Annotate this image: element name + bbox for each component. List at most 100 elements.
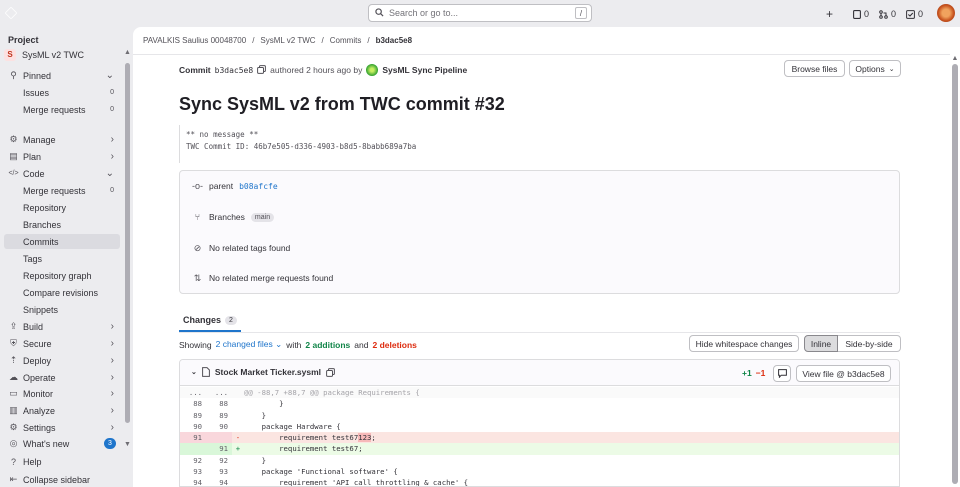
new-line-number[interactable]: 88 (206, 398, 232, 409)
sidebar-item-repository-graph[interactable]: Repository graph (4, 268, 120, 283)
issues-button[interactable]: 0 (853, 9, 869, 19)
sidebar-project[interactable]: S SysML v2 TWC (4, 48, 84, 62)
sidebar-item-tags[interactable]: Tags (4, 251, 120, 266)
author-avatar[interactable] (366, 64, 379, 76)
code-text: ; (371, 433, 376, 443)
shield-icon: ⛨ (10, 338, 17, 348)
create-new-button[interactable]: + (826, 7, 833, 21)
sidebar-item-label: Collapse sidebar (23, 474, 91, 485)
diff-file-name[interactable]: Stock Market Ticker.sysml (215, 367, 321, 377)
tabs-divider (179, 332, 900, 333)
scroll-up-icon[interactable]: ▲ (124, 49, 131, 56)
commit-authored: authored 2 hours ago by (270, 65, 363, 75)
changed-files-label: 2 changed files (215, 339, 273, 349)
copy-path-icon[interactable] (326, 367, 335, 377)
hide-whitespace-button[interactable]: Hide whitespace changes (689, 335, 799, 352)
changed-files-dropdown[interactable]: 2 changed files ⌄ (216, 339, 283, 350)
sidebar-scrollbar[interactable]: ▲ ▼ (124, 49, 131, 449)
sidebar-item-settings[interactable]: ⚙ Settings › (4, 420, 120, 435)
tab-changes[interactable]: Changes 2 (179, 310, 241, 332)
breadcrumb-commits[interactable]: Commits (330, 36, 362, 45)
sidebar-item-code[interactable]: </> Code ⌄ (4, 166, 120, 181)
sidebar-item-deploy[interactable]: ⇡ Deploy › (4, 353, 120, 368)
sidebar-item-label: Compare revisions (23, 287, 99, 298)
sidebar-item-repository[interactable]: Repository (4, 200, 120, 215)
new-line-number[interactable]: 90 (206, 421, 232, 432)
new-line-number[interactable]: 93 (206, 466, 232, 477)
main-content: PAVALKIS Saulius 00048700/ SysML v2 TWC /… (133, 27, 960, 487)
sidebar-item-label: Settings (23, 422, 56, 433)
tab-label: Changes (183, 315, 222, 325)
new-line-number[interactable]: 94 (206, 477, 232, 486)
new-line-number[interactable] (206, 432, 232, 444)
sidebar-item-branches[interactable]: Branches (4, 217, 120, 232)
brand-logo[interactable] (4, 6, 49, 20)
new-line-number[interactable]: 92 (206, 455, 232, 466)
search-box[interactable]: Search or go to... / (368, 4, 592, 22)
sidebar-item-issues[interactable]: Issues 0 (4, 85, 120, 100)
sidebar-item-help[interactable]: ? Help (4, 454, 120, 469)
sidebar-item-label: What's new (23, 438, 70, 449)
main-scrollbar[interactable]: ▲ (950, 55, 960, 487)
sidebar-item-manage[interactable]: ⚙ Manage › (4, 132, 120, 147)
old-line-number[interactable]: ... (180, 387, 206, 398)
sidebar-item-whats-new[interactable]: ◎ What's new 3 (4, 436, 120, 451)
old-line-number[interactable]: 90 (180, 421, 206, 432)
sidebar-item-label: Secure (23, 338, 52, 349)
sidebar-item-secure[interactable]: ⛨ Secure › (4, 336, 120, 351)
view-file-button[interactable]: View file @ b3dac5e8 (796, 365, 891, 382)
old-line-number[interactable] (180, 443, 206, 455)
sidebar-item-monitor[interactable]: ▭ Monitor › (4, 386, 120, 401)
main-scroll-thumb[interactable] (952, 64, 958, 484)
sidebar-item-compare-revisions[interactable]: Compare revisions (4, 285, 120, 300)
options-dropdown[interactable]: Options ⌄ (849, 60, 901, 77)
chevron-icon: › (110, 422, 114, 433)
side-by-side-button[interactable]: Side-by-side (838, 335, 901, 352)
sidebar-item-count: 0 (110, 187, 114, 194)
old-line-number[interactable]: 92 (180, 455, 206, 466)
diff-code: requirement test67123; (244, 432, 376, 443)
new-line-number[interactable]: 91 (206, 443, 232, 455)
project-avatar: S (4, 49, 16, 61)
comment-button[interactable] (773, 365, 791, 382)
sidebar-item-operate[interactable]: ☁ Operate › (4, 370, 120, 385)
chevron-down-icon: ⌄ (888, 65, 895, 73)
breadcrumb-user[interactable]: PAVALKIS Saulius 00048700 (143, 36, 246, 45)
sidebar-scroll-thumb[interactable] (125, 63, 130, 423)
sidebar-item-merge-requests[interactable]: Merge requests 0 (4, 102, 120, 117)
copy-sha-icon[interactable] (257, 64, 267, 76)
diff-line: 88 88 } (180, 398, 899, 409)
breadcrumb-project[interactable]: SysML v2 TWC (260, 36, 315, 45)
collapse-sidebar-icon: ⇤ (9, 474, 18, 484)
new-line-number[interactable]: ... (206, 387, 232, 398)
branch-tag[interactable]: main (250, 212, 275, 222)
lines-removed: −1 (755, 368, 766, 378)
new-line-number[interactable]: 89 (206, 410, 232, 421)
sidebar-item-merge-requests[interactable]: Merge requests 0 (4, 183, 120, 198)
scroll-up-icon[interactable]: ▲ (950, 55, 960, 62)
merge-requests-button[interactable]: 0 (879, 9, 896, 19)
old-line-number[interactable]: 91 (180, 432, 206, 444)
sidebar-item-plan[interactable]: ▤ Plan › (4, 149, 120, 164)
old-line-number[interactable]: 89 (180, 410, 206, 421)
rocket-icon: ⇪ (9, 321, 18, 331)
sidebar-collapse[interactable]: ⇤ Collapse sidebar (4, 472, 120, 487)
diff-code: } (244, 455, 266, 466)
sidebar-item-analyze[interactable]: ▥ Analyze › (4, 403, 120, 418)
user-avatar[interactable] (937, 4, 955, 22)
todos-button[interactable]: 0 (906, 9, 923, 19)
sidebar-item-pinned[interactable]: ⚲ Pinned ⌄ (4, 68, 120, 83)
chevron-down-icon[interactable]: ⌄ (191, 368, 197, 376)
commit-author[interactable]: SysML Sync Pipeline (382, 65, 467, 75)
scroll-down-icon[interactable]: ▼ (124, 441, 131, 448)
sidebar-item-snippets[interactable]: Snippets (4, 302, 120, 317)
inline-view-button[interactable]: Inline (804, 335, 838, 352)
sidebar-item-commits[interactable]: Commits (4, 234, 120, 249)
browse-files-button[interactable]: Browse files (784, 60, 845, 77)
old-line-number[interactable]: 93 (180, 466, 206, 477)
old-line-number[interactable]: 94 (180, 477, 206, 486)
sidebar-item-label: Merge requests (23, 104, 86, 115)
parent-sha-link[interactable]: b08afcfe (239, 182, 278, 191)
sidebar-item-build[interactable]: ⇪ Build › (4, 319, 120, 334)
old-line-number[interactable]: 88 (180, 398, 206, 409)
